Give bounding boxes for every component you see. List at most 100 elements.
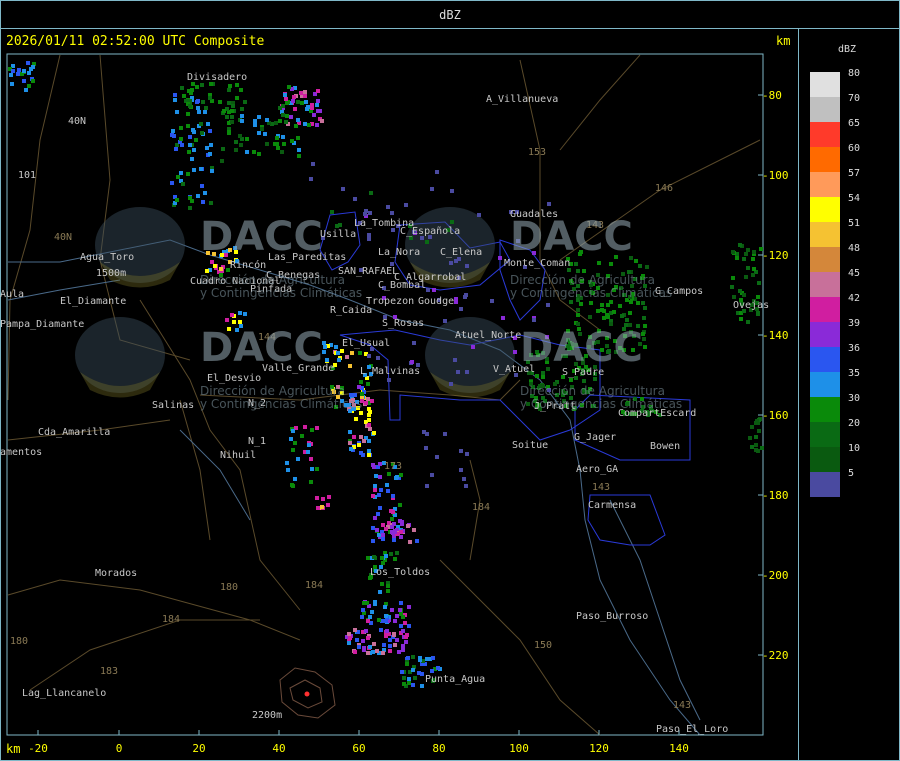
radar-echo-cell [368, 615, 372, 619]
radar-echo-cell [393, 643, 397, 647]
radar-echo-cell [173, 98, 177, 102]
y-tick-label: -160 [762, 409, 789, 422]
radar-echo-cell [378, 475, 382, 479]
radar-echo-cell [228, 84, 232, 88]
radar-echo-cell [393, 530, 397, 534]
radar-echo-cell [341, 187, 345, 191]
place-label: Agua_Toro [80, 252, 135, 263]
radar-echo-cell [230, 115, 234, 119]
radar-echo-cell [402, 682, 406, 686]
radar-echo-cell [746, 248, 750, 252]
radar-echo-cell [742, 293, 746, 297]
radar-echo-cell [278, 119, 282, 123]
radar-echo-cell [257, 131, 261, 135]
radar-echo-cell [300, 434, 304, 438]
radar-echo-cell [389, 552, 393, 556]
radar-echo-cell [348, 430, 352, 434]
radar-echo-cell [425, 484, 429, 488]
radar-echo-cell [372, 642, 376, 646]
radar-echo-cell [367, 423, 371, 427]
y-tick-label: -180 [762, 489, 789, 502]
place-label: SAN_RAFAEL [338, 266, 399, 277]
radar-echo-cell [22, 79, 26, 83]
radar-echo-cell [311, 162, 315, 166]
radar-echo-cell [187, 150, 191, 154]
radar-echo-cell [285, 114, 289, 118]
radar-echo-cell [465, 370, 469, 374]
radar-echo-cell [276, 146, 280, 150]
place-label: G_Jager [574, 432, 617, 443]
radar-echo-cell [752, 267, 756, 271]
place-label: Punta_Agua [425, 674, 486, 685]
radar-echo-cell [400, 522, 404, 526]
radar-echo-cell [406, 524, 410, 528]
radar-echo-cell [398, 503, 402, 507]
radar-echo-cell [291, 429, 295, 433]
radar-echo-cell [293, 441, 297, 445]
radar-echo-cell [304, 100, 308, 104]
radar-echo-cell [186, 112, 190, 116]
place-label: 1500m [96, 268, 127, 279]
radar-map[interactable] [0, 0, 900, 761]
radar-echo-cell [435, 170, 439, 174]
radar-echo-cell [370, 610, 374, 614]
radar-echo-cell [405, 662, 409, 666]
radar-echo-cell [257, 152, 261, 156]
radar-echo-cell [588, 315, 592, 319]
x-tick-label: -20 [28, 742, 48, 755]
legend-swatch [810, 447, 840, 472]
place-label: Los_Toldos [370, 567, 431, 578]
place-label: Divisadero [187, 72, 248, 83]
radar-echo-cell [420, 684, 424, 688]
radar-echo-cell [390, 525, 394, 529]
route-number-label: 143 [673, 700, 692, 711]
radar-echo-cell [425, 240, 429, 244]
legend-swatch [810, 122, 840, 147]
radar-echo-cell [204, 106, 208, 110]
watermark-logo-text: DACC [520, 325, 643, 371]
radar-echo-cell [490, 299, 494, 303]
radar-echo-cell [222, 109, 226, 113]
radar-echo-cell [310, 106, 314, 110]
radar-echo-cell [625, 318, 629, 322]
radar-echo-cell [230, 313, 234, 317]
radar-echo-cell [378, 590, 382, 594]
place-label: Soitue [512, 440, 549, 451]
place-label: El_Desvio [207, 373, 262, 384]
x-tick-label: 140 [669, 742, 689, 755]
radar-echo-cell [392, 633, 396, 637]
radar-echo-cell [385, 629, 389, 633]
radar-echo-cell [201, 200, 205, 204]
legend-value-label: 57 [848, 168, 861, 179]
radar-echo-cell [462, 477, 466, 481]
route-number-label: 173 [384, 461, 403, 472]
radar-echo-cell [291, 99, 295, 103]
radar-echo-cell [399, 624, 403, 628]
legend-value-label: 36 [848, 343, 861, 354]
radar-echo-cell [263, 132, 267, 136]
radar-echo-cell [376, 356, 380, 360]
radar-echo-cell [751, 257, 755, 261]
radar-echo-cell [27, 84, 31, 88]
radar-echo-cell [373, 600, 377, 604]
radar-echo-cell [377, 493, 381, 497]
radar-echo-cell [645, 265, 649, 269]
place-label: Usilla [320, 229, 357, 240]
radar-echo-cell [364, 629, 368, 633]
y-tick-label: -100 [762, 169, 789, 182]
place-label: Rincón [230, 260, 267, 271]
route-number-label: 40N [54, 232, 73, 243]
radar-echo-cell [299, 91, 303, 95]
radar-echo-cell [209, 143, 213, 147]
radar-echo-cell [354, 417, 358, 421]
radar-echo-cell [379, 488, 383, 492]
radar-echo-cell [744, 252, 748, 256]
radar-echo-cell [367, 354, 371, 358]
radar-echo-cell [347, 632, 351, 636]
legend-swatch [810, 222, 840, 247]
radar-echo-cell [569, 378, 573, 382]
radar-echo-cell [443, 432, 447, 436]
radar-echo-cell [386, 589, 390, 593]
radar-echo-cell [188, 135, 192, 139]
radar-echo-cell [205, 146, 209, 150]
